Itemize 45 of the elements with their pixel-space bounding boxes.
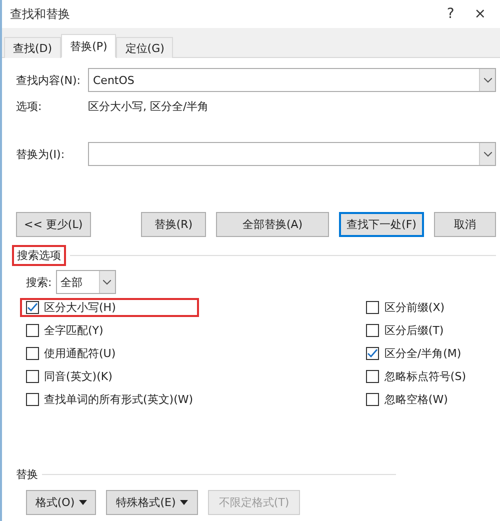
field-label: 查找内容(N): — [16, 72, 82, 88]
checkbox-label: 忽略标点符号(S) — [384, 369, 466, 384]
checkbox[interactable] — [26, 324, 39, 337]
checkbox-label: 区分后缀(T) — [384, 323, 444, 338]
checkbox-label: 全字匹配(Y) — [44, 323, 104, 338]
search-label: 搜索: — [26, 274, 52, 290]
dialog-button[interactable]: 替换(R) — [140, 212, 206, 237]
checkbox[interactable] — [366, 301, 380, 314]
checkbox[interactable] — [26, 347, 39, 360]
checkbox-label: 区分大小写(H) — [44, 300, 116, 315]
format-button[interactable]: 特殊格式(E) — [106, 490, 198, 515]
checkbox[interactable] — [366, 393, 380, 406]
checkbox-label: 同音(英文)(K) — [44, 369, 112, 384]
tab[interactable]: 定位(G) — [116, 37, 174, 58]
find-field[interactable]: CentOS — [88, 68, 496, 92]
dialog-button[interactable]: << 更少(L) — [16, 212, 91, 237]
checkbox[interactable] — [366, 347, 380, 360]
checkbox-label: 使用通配符(U) — [44, 346, 116, 361]
caret-icon — [78, 500, 87, 505]
section-title: 替换 — [16, 467, 38, 482]
section-title: 搜索选项 — [12, 245, 66, 266]
checkbox[interactable] — [366, 370, 380, 383]
checkbox-label: 区分全/半角(M) — [384, 346, 462, 361]
dialog-button[interactable]: 取消 — [434, 212, 496, 237]
options-value: 区分大小写, 区分全/半角 — [88, 98, 209, 114]
checkbox-label: 区分前缀(X) — [384, 300, 445, 315]
help-button[interactable]: ? — [440, 6, 460, 22]
checkbox[interactable] — [26, 301, 39, 314]
dialog-button[interactable]: 查找下一处(F) — [338, 212, 424, 237]
replace-field[interactable] — [88, 142, 496, 166]
window-title: 查找和替换 — [10, 6, 71, 22]
checkbox-label: 查找单词的所有形式(英文)(W) — [44, 392, 194, 407]
format-button[interactable]: 格式(O) — [26, 490, 96, 515]
tab[interactable]: 查找(D) — [4, 37, 62, 58]
checkbox-label: 忽略空格(W) — [384, 392, 448, 407]
checkbox[interactable] — [26, 393, 39, 406]
checkbox[interactable] — [366, 324, 380, 337]
close-button[interactable]: × — [468, 6, 492, 22]
checkbox[interactable] — [26, 370, 39, 383]
search-select[interactable]: 全部 — [56, 270, 116, 294]
tab[interactable]: 替换(P) — [61, 34, 116, 58]
dialog-button[interactable]: 全部替换(A) — [216, 212, 329, 237]
options-label: 选项: — [16, 98, 43, 114]
field-label: 替换为(I): — [16, 146, 66, 162]
caret-icon — [180, 500, 188, 505]
